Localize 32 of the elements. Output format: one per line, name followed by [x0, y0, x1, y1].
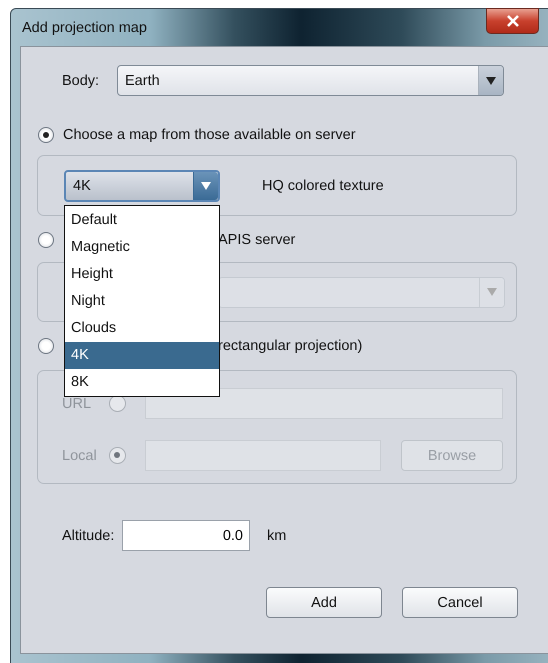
local-label: Local [62, 448, 98, 464]
dropdown-item[interactable]: Height [65, 261, 219, 288]
radio-button[interactable] [38, 127, 54, 143]
close-button[interactable] [486, 8, 539, 34]
option-label: Choose a map from those available on server [63, 127, 356, 143]
dropdown-item[interactable]: 4K [65, 342, 219, 369]
map-description: HQ colored texture [262, 178, 384, 194]
caret-icon [487, 288, 497, 296]
option-label: APIS server [218, 232, 296, 248]
caret-icon [201, 182, 211, 190]
radio-button[interactable] [38, 338, 54, 354]
window-title: Add projection map [22, 20, 147, 36]
dropdown-item[interactable]: Magnetic [65, 234, 219, 261]
body-dropdown[interactable]: Earth [117, 65, 504, 96]
radio-button[interactable] [109, 447, 126, 464]
dropdown-item[interactable]: Default [65, 207, 219, 234]
altitude-label: Altitude: [61, 528, 116, 544]
dropdown-item[interactable]: Clouds [65, 315, 219, 342]
map-dropdown[interactable]: 4K [64, 170, 220, 202]
url-field[interactable] [145, 388, 503, 419]
caret-icon [486, 76, 496, 84]
cancel-button[interactable]: Cancel [402, 587, 518, 618]
close-icon [506, 15, 520, 27]
option-label: rectangular projection) [218, 338, 362, 354]
body-label: Body: [61, 72, 100, 88]
dropdown-item[interactable]: Night [65, 288, 219, 315]
add-button[interactable]: Add [266, 587, 382, 618]
unit-label: km [267, 528, 286, 544]
dropdown-item[interactable]: 8K [65, 369, 219, 396]
url-label: URL [62, 396, 92, 412]
radio-button[interactable] [38, 232, 54, 248]
altitude-field[interactable]: 0.0 [122, 520, 250, 551]
